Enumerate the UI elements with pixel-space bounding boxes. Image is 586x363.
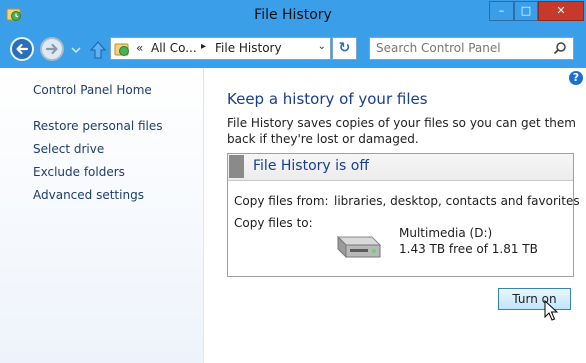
search-box[interactable] — [369, 37, 574, 60]
breadcrumb-file-history[interactable]: File History — [215, 41, 282, 55]
forward-button[interactable] — [40, 37, 64, 61]
address-bar[interactable]: « All Co... ▸ File History ⌄ — [110, 37, 331, 60]
page-description: File History saves copies of your files … — [227, 116, 576, 146]
breadcrumb-overflow[interactable]: « — [136, 41, 143, 55]
page-title: Keep a history of your files — [227, 90, 428, 108]
sidebar: Control Panel Home Restore personal file… — [0, 68, 204, 363]
main-content: ? Keep a history of your files File Hist… — [205, 68, 586, 363]
sidebar-item-advanced-settings[interactable]: Advanced settings — [33, 188, 144, 202]
back-arrow-icon — [16, 43, 29, 55]
search-icon[interactable] — [553, 41, 567, 55]
maximize-button[interactable]: □ — [514, 1, 538, 21]
help-icon[interactable]: ? — [569, 71, 583, 85]
chevron-down-icon[interactable] — [71, 45, 81, 55]
forward-arrow-icon — [45, 43, 58, 55]
title-bar[interactable]: File History – □ ✕ — [0, 0, 586, 30]
copy-to-label: Copy files to: — [234, 216, 313, 230]
breadcrumb-all-control-panel[interactable]: All Co... — [151, 41, 197, 55]
copy-from-label: Copy files from: — [234, 194, 329, 208]
drive-name: Multimedia (D:) — [399, 226, 493, 240]
turn-on-button[interactable]: Turn on — [498, 288, 571, 310]
up-arrow-icon[interactable] — [88, 40, 108, 60]
sidebar-item-restore-personal-files[interactable]: Restore personal files — [33, 119, 163, 133]
control-panel-icon — [114, 43, 129, 56]
status-panel: File History is off Copy files from: lib… — [227, 153, 580, 277]
status-title: File History is off — [253, 158, 369, 174]
minimize-button[interactable]: – — [489, 1, 514, 21]
address-dropdown-icon[interactable]: ⌄ — [318, 41, 326, 52]
status-indicator — [229, 155, 244, 178]
copy-from-value: libraries, desktop, contacts and favorit… — [334, 194, 580, 208]
status-panel-header: File History is off — [228, 154, 573, 181]
hard-drive-icon — [336, 235, 382, 259]
sidebar-item-exclude-folders[interactable]: Exclude folders — [33, 165, 125, 179]
file-history-window: File History – □ ✕ « All Co... ▸ File Hi… — [0, 0, 586, 363]
close-button[interactable]: ✕ — [538, 1, 584, 21]
drive-free-space: 1.43 TB free of 1.81 TB — [399, 242, 538, 256]
navigation-bar: « All Co... ▸ File History ⌄ ↻ — [0, 30, 586, 68]
sidebar-item-select-drive[interactable]: Select drive — [33, 142, 104, 156]
client-area: Control Panel Home Restore personal file… — [0, 68, 586, 363]
breadcrumb-separator-icon[interactable]: ▸ — [201, 41, 206, 52]
search-input[interactable] — [376, 41, 546, 55]
back-button[interactable] — [10, 37, 34, 61]
mouse-cursor-icon — [544, 300, 558, 321]
sidebar-item-control-panel-home[interactable]: Control Panel Home — [33, 83, 152, 97]
refresh-icon[interactable]: ↻ — [332, 37, 357, 60]
